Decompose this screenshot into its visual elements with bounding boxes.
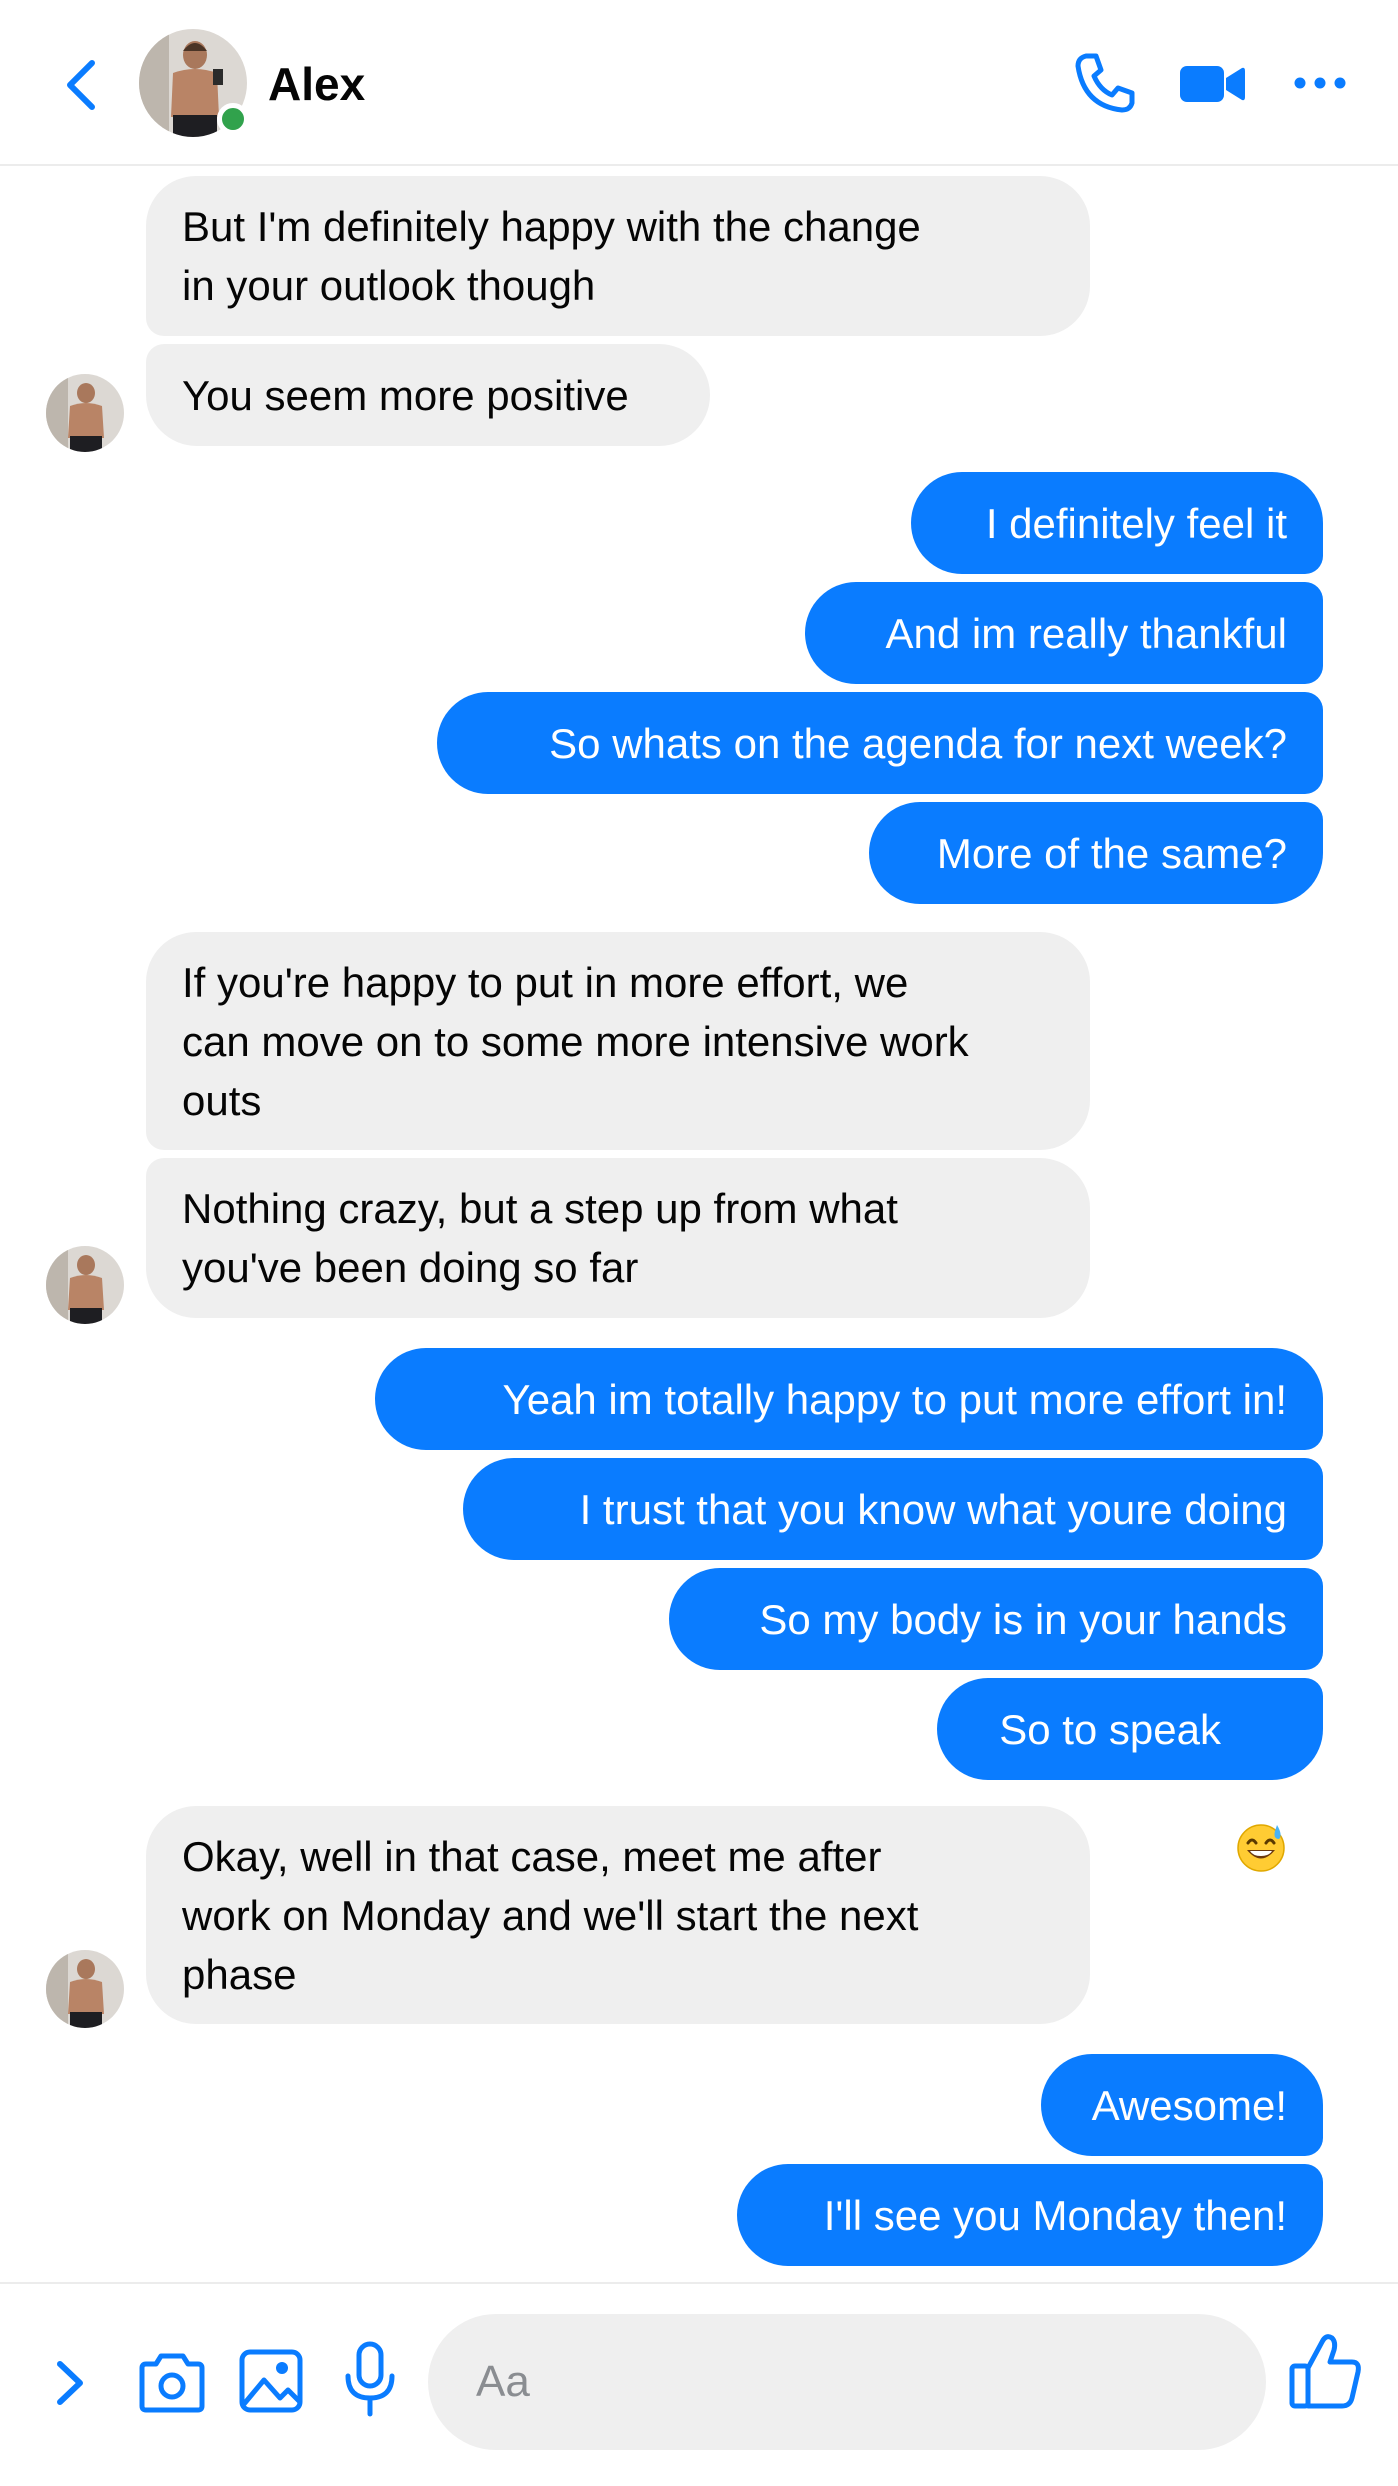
chevron-right-icon[interactable] [48,2350,94,2416]
message-composer [0,2282,1398,2486]
incoming-message[interactable]: Okay, well in that case, meet me after w… [146,1806,1090,2024]
outgoing-message[interactable]: I trust that you know what youre doing [463,1458,1323,1560]
incoming-message[interactable]: Nothing crazy, but a step up from what y… [146,1158,1090,1318]
more-dots-icon[interactable] [1290,60,1350,106]
back-chevron-icon[interactable] [58,55,108,115]
video-camera-icon[interactable] [1178,54,1248,114]
camera-icon[interactable] [134,2350,210,2416]
message-thread[interactable]: But I'm definitely happy with the change… [0,166,1398,2282]
image-gallery-icon[interactable] [236,2344,306,2418]
outgoing-message[interactable]: Awesome! [1041,2054,1323,2156]
outgoing-message-with-emoji[interactable]: So to speak [937,1678,1323,1872]
microphone-icon[interactable] [340,2340,400,2420]
phone-icon[interactable] [1070,48,1140,118]
message-text: So to speak [999,1705,1221,1753]
contact-name[interactable]: Alex [268,58,365,110]
incoming-message[interactable]: You seem more positive [146,344,710,446]
incoming-message[interactable]: If you're happy to put in more effort, w… [146,932,1090,1150]
outgoing-message[interactable]: Yeah im totally happy to put more effort… [375,1348,1323,1450]
contact-avatar[interactable] [139,29,249,137]
outgoing-message[interactable]: And im really thankful [805,582,1323,684]
grinning-sweat-emoji-icon [1235,1703,1287,1872]
sender-avatar[interactable] [46,1246,124,1324]
incoming-message[interactable]: But I'm definitely happy with the change… [146,176,1090,336]
online-status-dot [217,103,249,135]
message-input[interactable] [428,2314,1266,2450]
sender-avatar[interactable] [46,1950,124,2028]
outgoing-message[interactable]: I'll see you Monday then! [737,2164,1323,2266]
outgoing-message[interactable]: More of the same? [869,802,1323,904]
outgoing-message[interactable]: So whats on the agenda for next week? [437,692,1323,794]
thumbs-up-icon[interactable] [1286,2328,1366,2414]
outgoing-message[interactable]: So my body is in your hands [669,1568,1323,1670]
sender-avatar[interactable] [46,374,124,452]
outgoing-message[interactable]: I definitely feel it [911,472,1323,574]
chat-header: Alex [0,0,1398,166]
